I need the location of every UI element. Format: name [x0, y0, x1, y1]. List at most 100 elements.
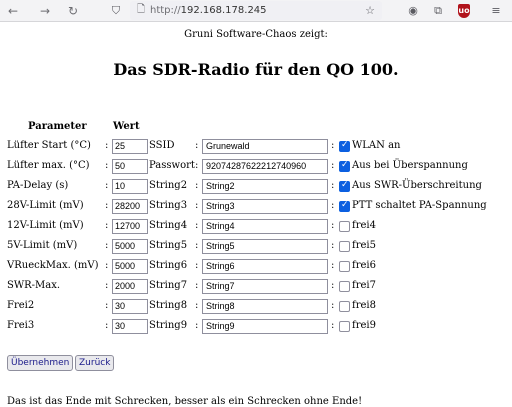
option-checkbox[interactable] — [339, 180, 350, 192]
header-wert: Wert — [113, 121, 140, 132]
parameter-value-input[interactable]: 5000 — [112, 259, 148, 274]
option-label: frei8 — [352, 300, 376, 311]
separator: : — [105, 300, 109, 311]
option-checkbox[interactable] — [339, 241, 350, 252]
forward-arrow-icon[interactable]: → — [36, 2, 54, 20]
string-label: String6 — [149, 260, 188, 271]
table-row: 5V-Limit (mV):5000 String5: String5: frei5 — [0, 237, 512, 257]
separator: : — [105, 220, 109, 231]
parameter-label: PA-Delay (s) — [7, 180, 69, 191]
account-icon[interactable]: ◉ — [405, 3, 421, 19]
extensions-icon[interactable]: ⧉ — [430, 3, 446, 19]
ublock-icon[interactable]: uo — [458, 4, 470, 18]
table-row: Frei2:30 String8: String8: frei8 — [0, 297, 512, 317]
separator: : — [331, 180, 335, 191]
option-checkbox[interactable] — [339, 321, 350, 332]
parameter-value-input[interactable]: 10 — [112, 179, 148, 194]
string-value-input[interactable]: String7 — [202, 279, 328, 294]
table-row: Frei3:30 String9: String9: frei9 — [0, 317, 512, 337]
address-bar[interactable]: 🗋 http://192.168.178.245 — [130, 1, 382, 20]
separator: : — [105, 260, 109, 271]
submit-button[interactable]: Übernehmen — [7, 355, 74, 371]
string-value-input[interactable]: String9 — [202, 319, 328, 334]
table-row: Lüfter Start (°C):25SSID:Grunewald:WLAN … — [0, 137, 512, 157]
separator: : — [331, 240, 335, 251]
separator: : — [195, 260, 199, 271]
option-label: WLAN an — [352, 140, 401, 151]
separator: : — [195, 220, 199, 231]
option-checkbox[interactable] — [339, 301, 350, 312]
parameter-label: VRueckMax. (mV) — [7, 260, 99, 271]
string-label: Passwort — [149, 160, 195, 171]
option-label: frei5 — [352, 240, 376, 251]
parameter-value-input[interactable]: 28200 — [112, 199, 148, 214]
string-value-input[interactable]: String8 — [202, 299, 328, 314]
page-content: Gruni Software-Chaos zeigt: Das SDR-Radi… — [0, 22, 512, 407]
table-row: 28V-Limit (mV):28200String3:String3:PTT … — [0, 197, 512, 217]
back-arrow-icon[interactable]: ← — [4, 2, 22, 20]
separator: : — [331, 300, 335, 311]
reload-icon[interactable]: ↻ — [64, 2, 82, 20]
bookmark-star-icon[interactable]: ☆ — [362, 3, 378, 19]
menu-icon[interactable]: ≡ — [488, 3, 504, 19]
string-label: String8 — [149, 300, 188, 311]
parameter-value-input[interactable]: 12700 — [112, 219, 148, 234]
separator: : — [195, 320, 199, 331]
parameter-value-input[interactable]: 30 — [112, 319, 148, 334]
separator: : — [195, 180, 199, 191]
parameter-label: Lüfter max. (°C) — [7, 160, 90, 171]
parameter-label: 5V-Limit (mV) — [7, 240, 78, 251]
option-checkbox[interactable] — [339, 221, 350, 232]
back-button[interactable]: Zurück — [75, 355, 115, 371]
parameter-label: 12V-Limit (mV) — [7, 220, 84, 231]
option-label: frei9 — [352, 320, 376, 331]
shield-icon[interactable]: ⛉ — [108, 3, 124, 19]
option-label: frei7 — [352, 280, 376, 291]
option-checkbox[interactable] — [339, 281, 350, 292]
separator: : — [331, 280, 335, 291]
browser-toolbar: ← → ↻ ⛉ 🗋 http://192.168.178.245 ☆ ◉ ⧉ u… — [0, 0, 512, 22]
option-checkbox[interactable] — [339, 261, 350, 272]
parameter-value-input[interactable]: 2000 — [112, 279, 148, 294]
separator: : — [331, 320, 335, 331]
table-row: SWR-Max.:2000 String7: String7: frei7 — [0, 277, 512, 297]
separator: : — [331, 260, 335, 271]
string-value-input[interactable]: String6 — [202, 259, 328, 274]
separator: : — [105, 180, 109, 191]
separator: : — [195, 140, 199, 151]
option-label: frei4 — [352, 220, 376, 231]
table-row: VRueckMax. (mV):5000 String6: String6: frei… — [0, 257, 512, 277]
string-label: String5 — [149, 240, 188, 251]
option-label: frei6 — [352, 260, 376, 271]
separator: : — [331, 140, 335, 151]
separator: : — [331, 200, 335, 211]
table-row: Lüfter max. (°C):50 Passwort:920742876222… — [0, 157, 512, 177]
separator: : — [105, 320, 109, 331]
option-label: PTT schaltet PA-Spannung — [352, 200, 487, 211]
string-value-input[interactable]: String3 — [202, 199, 328, 214]
page-info-icon[interactable]: 🗋 — [133, 2, 149, 18]
string-value-input[interactable]: 92074287622212740960 — [202, 159, 328, 174]
parameter-label: Frei3 — [7, 320, 35, 331]
string-value-input[interactable]: String4 — [202, 219, 328, 234]
parameter-value-input[interactable]: 30 — [112, 299, 148, 314]
string-value-input[interactable]: Grunewald — [202, 139, 328, 154]
parameter-value-input[interactable]: 5000 — [112, 239, 148, 254]
separator: : — [331, 220, 335, 231]
separator: : — [195, 300, 199, 311]
option-checkbox[interactable] — [339, 140, 350, 152]
string-value-input[interactable]: String2 — [202, 179, 328, 194]
parameter-value-input[interactable]: 50 — [112, 159, 148, 174]
option-checkbox[interactable] — [339, 200, 350, 212]
string-value-input[interactable]: String5 — [202, 239, 328, 254]
string-label: SSID — [149, 140, 175, 151]
option-label: Aus bei Überspannung — [352, 160, 468, 171]
option-checkbox[interactable] — [339, 160, 350, 172]
separator: : — [105, 200, 109, 211]
url-host: 192.168.178.245 — [180, 5, 267, 16]
table-row: PA-Delay (s):10String2:String2:Aus SWR-Ü… — [0, 177, 512, 197]
string-label: String3 — [149, 200, 188, 211]
parameter-value-input[interactable]: 25 — [112, 139, 148, 154]
separator: : — [105, 160, 109, 171]
table-row: 12V-Limit (mV):12700 String4: String4: frei… — [0, 217, 512, 237]
